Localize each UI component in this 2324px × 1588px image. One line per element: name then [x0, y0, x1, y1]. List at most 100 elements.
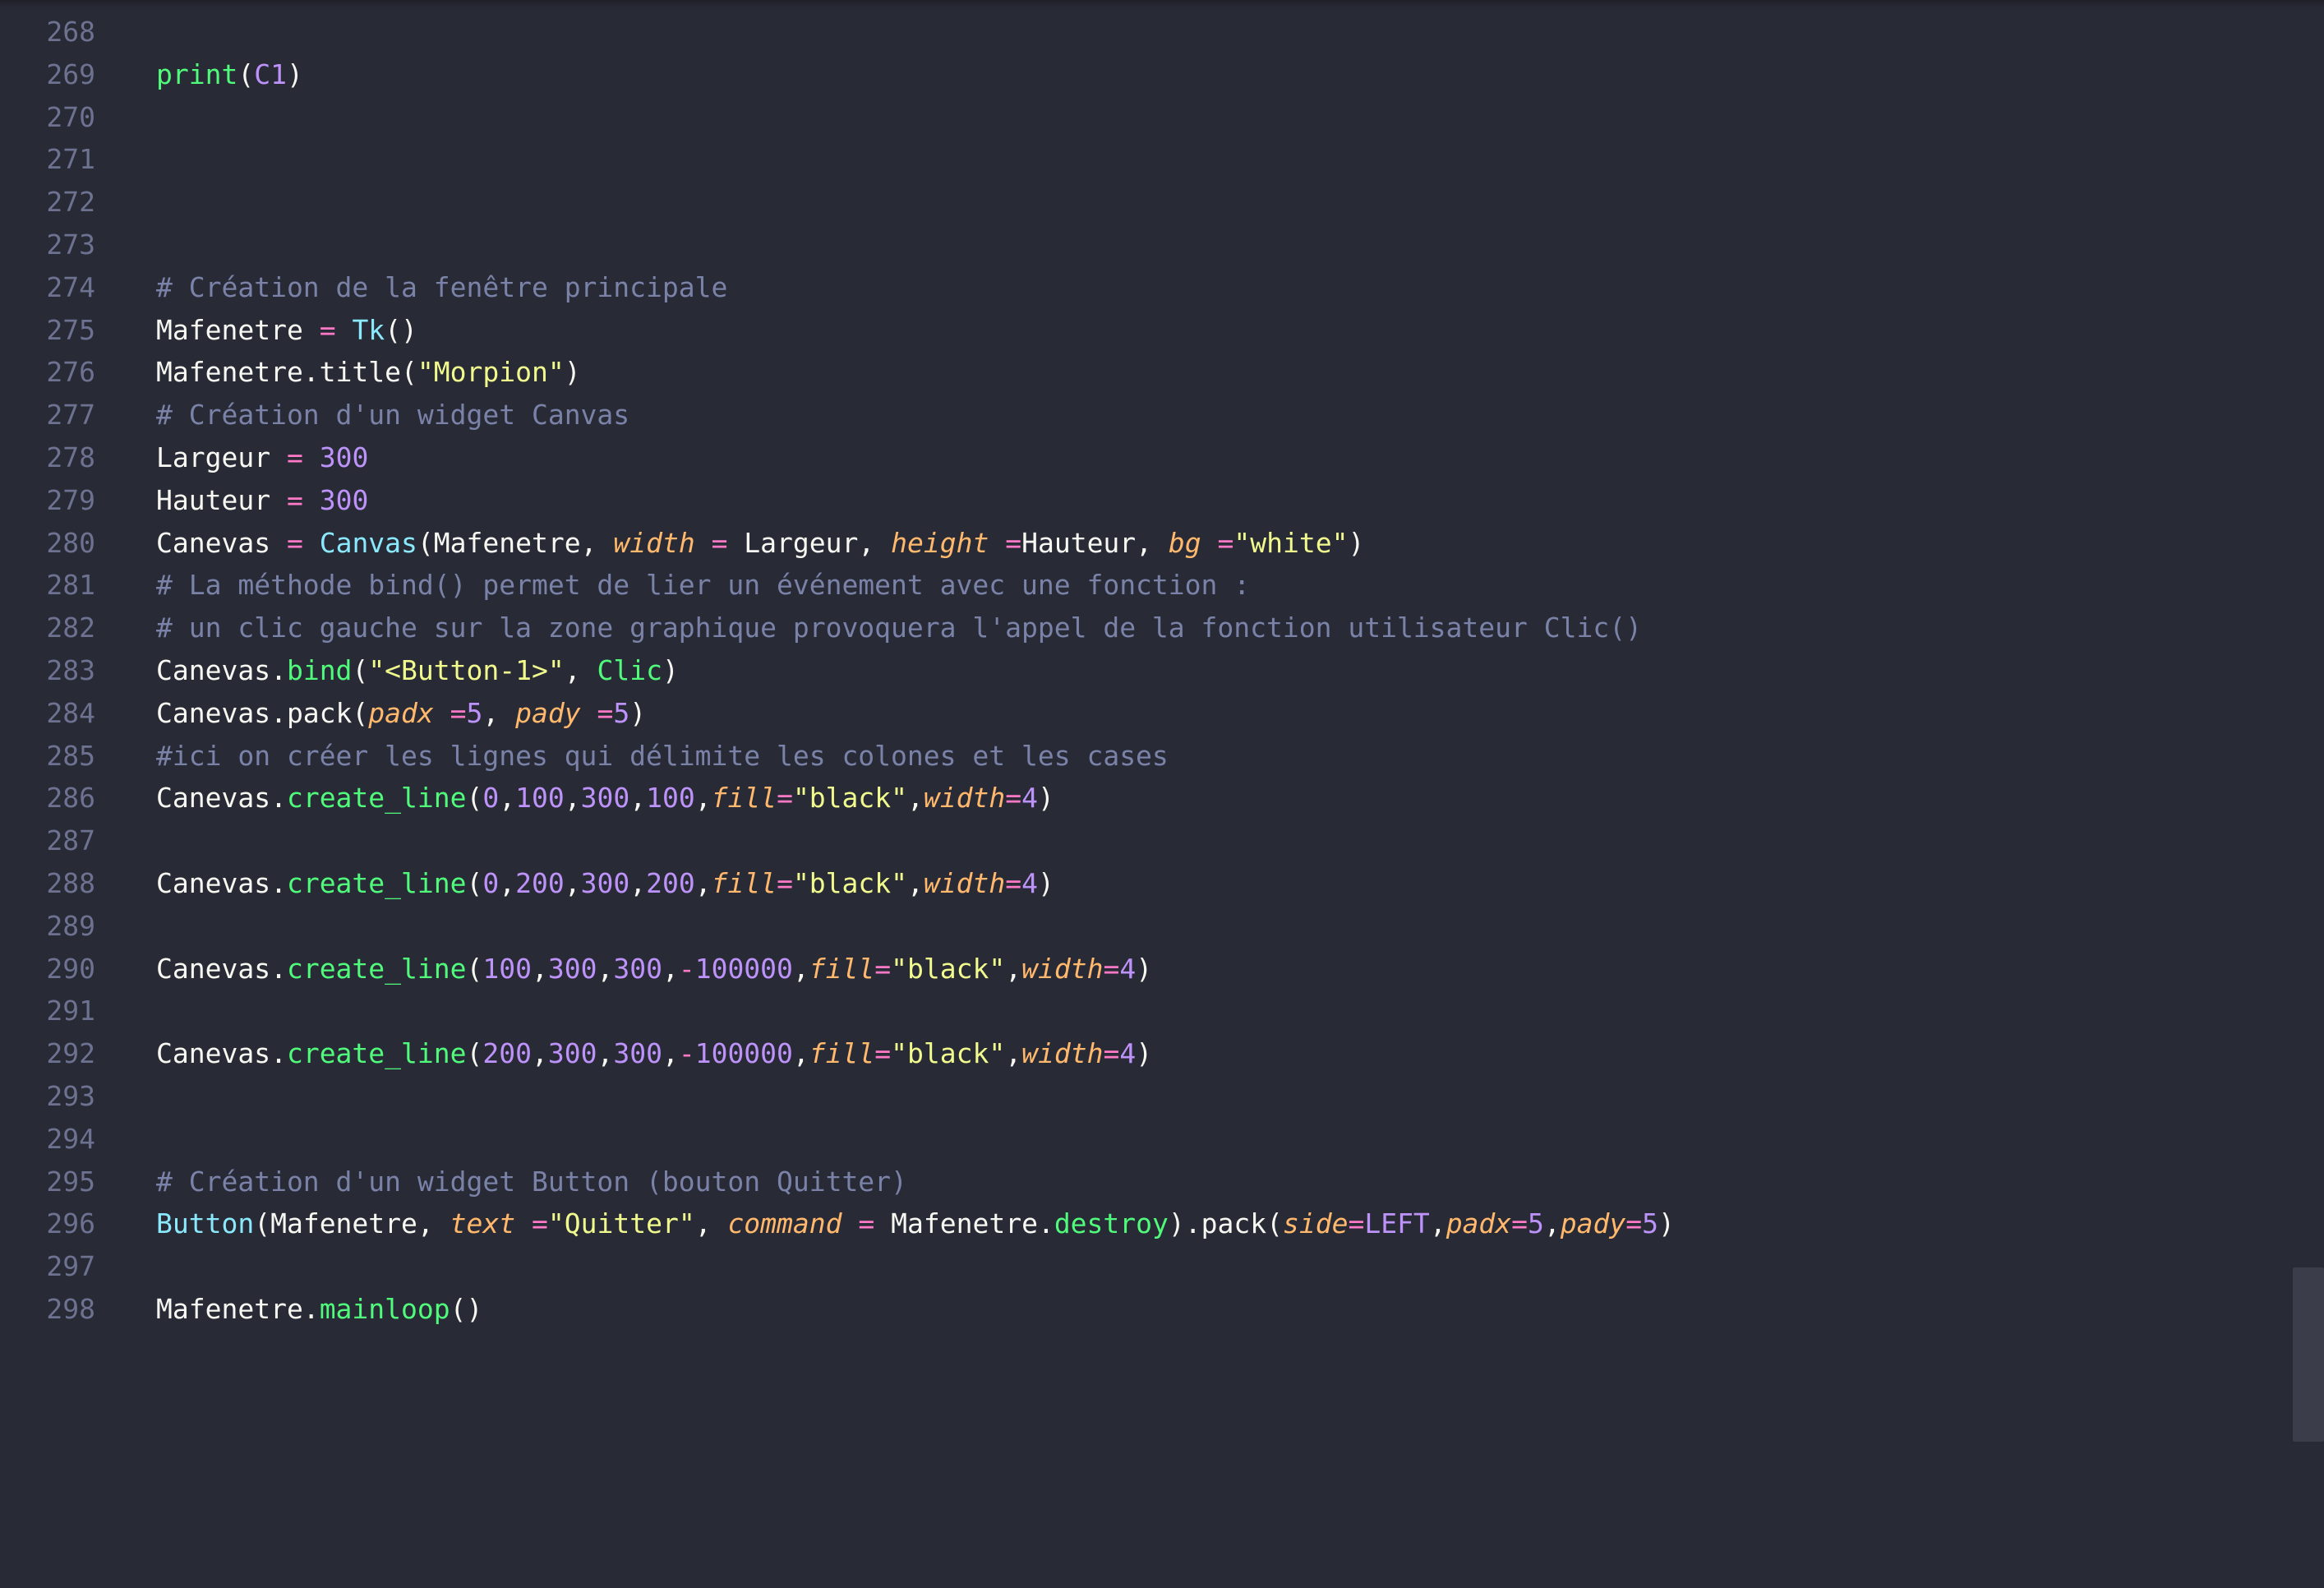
code-line[interactable]: 270	[0, 96, 2293, 139]
code-line[interactable]: 287	[0, 819, 2293, 862]
code-line[interactable]: 292 Canevas.create_line(200,300,300,-1000…	[0, 1032, 2293, 1075]
code-text[interactable]: Mafenetre.mainloop()	[156, 1288, 482, 1331]
scrollbar-thumb[interactable]	[2293, 1267, 2324, 1442]
code-text[interactable]: Mafenetre.title("Morpion")	[156, 351, 581, 394]
code-text[interactable]: Button(Mafenetre, text ="Quitter", comma…	[156, 1203, 1675, 1245]
code-token: fill	[809, 1037, 875, 1070]
code-line[interactable]: 280 Canevas = Canvas(Mafenetre, width = L…	[0, 522, 2293, 565]
code-token: Largeur,	[727, 526, 892, 559]
code-line[interactable]: 297	[0, 1245, 2293, 1288]
code-text[interactable]: Canevas.create_line(0,100,300,100,fill="…	[156, 777, 1054, 819]
code-token: side	[1282, 1207, 1349, 1240]
code-line[interactable]: 284 Canevas.pack(padx =5, pady =5)	[0, 692, 2293, 735]
code-token: width	[1021, 1037, 1104, 1070]
vertical-scrollbar[interactable]	[2293, 0, 2324, 1588]
line-number: 269	[46, 58, 95, 90]
code-line[interactable]: 293	[0, 1075, 2293, 1118]
line-number: 280	[46, 526, 95, 559]
code-text[interactable]: # Création d'un widget Button (bouton Qu…	[156, 1161, 907, 1203]
code-token: 100000	[694, 1037, 793, 1070]
code-line[interactable]: 295 # Création d'un widget Button (bouton…	[0, 1161, 2293, 1203]
code-line[interactable]: 272	[0, 181, 2293, 224]
line-number: 272	[46, 186, 95, 219]
code-token: )	[629, 696, 647, 729]
code-text[interactable]: Canevas.create_line(200,300,300,-100000,…	[156, 1032, 1152, 1075]
code-token: Hauteur,	[1021, 526, 1169, 559]
code-text[interactable]: Canevas.pack(padx =5, pady =5)	[156, 692, 646, 735]
code-token: 4	[1021, 866, 1038, 899]
code-editor[interactable]: 268 269 print(C1) 270 271 272 273 274 # Création…	[0, 0, 2324, 1588]
code-lines[interactable]: 268 269 print(C1) 270 271 272 273 274 # Création…	[0, 11, 2293, 1331]
code-token: ,	[907, 866, 924, 899]
code-token: Canevas.	[156, 653, 287, 686]
code-line[interactable]: 296 Button(Mafenetre, text ="Quitter", co…	[0, 1203, 2293, 1245]
line-number: 281	[46, 569, 95, 602]
code-line[interactable]: 298 Mafenetre.mainloop()	[0, 1288, 2293, 1331]
code-token: ()	[450, 1292, 483, 1325]
code-line[interactable]: 277 # Création d'un widget Canvas	[0, 394, 2293, 436]
code-line[interactable]: 275 Mafenetre = Tk()	[0, 309, 2293, 352]
code-token: ,	[482, 696, 516, 729]
code-line[interactable]: 276 Mafenetre.title("Morpion")	[0, 351, 2293, 394]
code-token: ,	[792, 952, 809, 985]
code-line[interactable]: 268	[0, 11, 2293, 53]
code-token: height	[891, 526, 989, 559]
code-line[interactable]: 283 Canevas.bind("<Button-1>", Clic)	[0, 649, 2293, 692]
code-token: 100	[482, 952, 532, 985]
code-line[interactable]: 281 # La méthode bind() permet de lier un…	[0, 564, 2293, 607]
code-token: ,	[694, 1207, 728, 1240]
code-token: Button	[156, 1207, 255, 1240]
code-text[interactable]: print(C1)	[156, 53, 303, 96]
code-token: ,	[597, 952, 614, 985]
code-token: bg	[1168, 526, 1201, 559]
code-line[interactable]: 285 #ici on créer les lignes qui délimite…	[0, 735, 2293, 778]
code-token: create_line	[286, 952, 467, 985]
code-line[interactable]: 290 Canevas.create_line(100,300,300,-1000…	[0, 948, 2293, 990]
code-line[interactable]: 288 Canevas.create_line(0,200,300,200,fil…	[0, 862, 2293, 905]
code-line[interactable]: 286 Canevas.create_line(0,100,300,100,fil…	[0, 777, 2293, 819]
line-number: 270	[46, 100, 95, 133]
line-number: 282	[46, 612, 95, 644]
code-line[interactable]: 291	[0, 990, 2293, 1032]
code-line[interactable]: 282 # un clic gauche sur la zone graphiqu…	[0, 607, 2293, 649]
code-token: ,	[662, 952, 679, 985]
code-text[interactable]: Largeur = 300	[156, 436, 368, 479]
line-number: 279	[46, 483, 95, 516]
code-line[interactable]: 274 # Création de la fenêtre principale	[0, 266, 2293, 309]
code-token: # Création d'un widget Button (bouton Qu…	[156, 1165, 907, 1198]
code-text[interactable]: #ici on créer les lignes qui délimite le…	[156, 735, 1169, 778]
code-token: 300	[613, 952, 662, 985]
code-text[interactable]: # Création d'un widget Canvas	[156, 394, 629, 436]
code-token: =	[1217, 526, 1234, 559]
code-token: ,	[1005, 952, 1022, 985]
code-text[interactable]: Hauteur = 300	[156, 479, 368, 522]
code-line[interactable]: 269 print(C1)	[0, 53, 2293, 96]
line-number: 283	[46, 653, 95, 686]
code-text[interactable]: # un clic gauche sur la zone graphique p…	[156, 607, 1642, 649]
code-text[interactable]: # La méthode bind() permet de lier un év…	[156, 564, 1250, 607]
code-token: =	[1103, 1037, 1120, 1070]
code-text[interactable]: Canevas = Canvas(Mafenetre, width = Larg…	[156, 522, 1364, 565]
code-token: destroy	[1054, 1207, 1169, 1240]
code-token: )	[662, 653, 679, 686]
code-text[interactable]: Mafenetre = Tk()	[156, 309, 417, 352]
code-line[interactable]: 279 Hauteur = 300	[0, 479, 2293, 522]
code-token: padx	[368, 696, 434, 729]
code-text[interactable]: Canevas.bind("<Button-1>", Clic)	[156, 649, 679, 692]
code-token: 100	[515, 782, 565, 815]
code-line[interactable]: 271	[0, 138, 2293, 181]
code-line[interactable]: 289	[0, 905, 2293, 948]
code-text[interactable]: # Création de la fenêtre principale	[156, 266, 727, 309]
code-token: =	[777, 782, 793, 815]
code-line[interactable]: 273	[0, 224, 2293, 266]
code-token: ,	[531, 1037, 548, 1070]
code-text[interactable]: Canevas.create_line(0,200,300,200,fill="…	[156, 862, 1054, 905]
code-line[interactable]: 294	[0, 1118, 2293, 1161]
code-line[interactable]: 278 Largeur = 300	[0, 436, 2293, 479]
code-text[interactable]: Canevas.create_line(100,300,300,-100000,…	[156, 948, 1152, 990]
code-token: (	[237, 58, 255, 90]
